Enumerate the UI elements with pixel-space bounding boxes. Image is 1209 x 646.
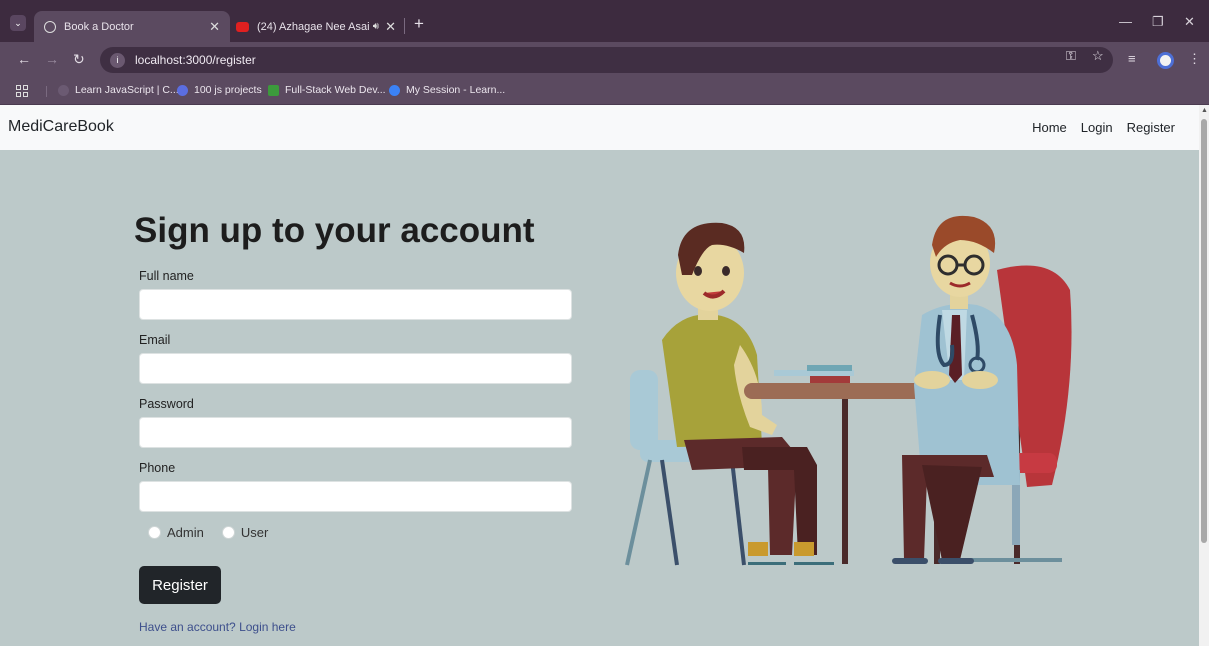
bookmark-favicon-icon: [177, 84, 188, 96]
bookmark-learn-javascript[interactable]: Learn JavaScript | C...: [58, 84, 179, 96]
browser-toolbar: ← → ↻ i localhost:3000/register ⚿ ☆ ≡ ⋮: [0, 42, 1209, 78]
more-menu-icon[interactable]: ⋮: [1188, 51, 1201, 67]
star-icon[interactable]: ☆: [1092, 48, 1104, 64]
url-text: localhost:3000/register: [135, 53, 256, 67]
site-info-icon[interactable]: i: [110, 52, 125, 68]
full-name-input[interactable]: [139, 289, 572, 320]
form-heading: Sign up to your account: [134, 211, 535, 250]
email-label: Email: [139, 333, 171, 347]
globe-icon: [44, 20, 56, 33]
nav-login-link[interactable]: Login: [1081, 120, 1113, 135]
brand-logo[interactable]: MediCareBook: [8, 118, 114, 136]
youtube-icon: [236, 21, 249, 32]
signup-form: Sign up to your account Full name Email …: [134, 211, 574, 634]
full-name-label: Full name: [139, 269, 194, 283]
profile-avatar[interactable]: [1157, 52, 1174, 69]
password-label: Password: [139, 397, 194, 411]
bookmark-favicon-icon: [268, 84, 279, 96]
speaker-icon[interactable]: 🔊︎: [373, 21, 379, 32]
doctor-patient-illustration: [625, 215, 1072, 566]
bookmark-100-js-projects[interactable]: 100 js projects: [177, 84, 262, 96]
admin-radio[interactable]: [148, 526, 161, 539]
register-button[interactable]: Register: [139, 566, 221, 604]
user-radio[interactable]: [221, 526, 235, 539]
login-link[interactable]: Have an account? Login here: [139, 620, 574, 634]
minimize-icon[interactable]: —: [1119, 14, 1132, 29]
reading-list-icon[interactable]: ≡: [1128, 51, 1136, 66]
restore-icon[interactable]: ❐: [1152, 14, 1164, 30]
scroll-thumb[interactable]: [1201, 119, 1207, 543]
nav-home-link[interactable]: Home: [1032, 120, 1067, 135]
back-icon[interactable]: ←: [17, 51, 31, 67]
apps-icon[interactable]: [16, 85, 28, 97]
bookmark-full-stack-web-dev[interactable]: Full-Stack Web Dev...: [268, 84, 386, 96]
admin-radio-label: Admin: [167, 525, 204, 540]
address-bar[interactable]: i localhost:3000/register: [100, 47, 1113, 73]
reload-icon[interactable]: ↻: [73, 51, 85, 68]
page-scrollbar[interactable]: ▲: [1199, 105, 1209, 646]
new-tab-button[interactable]: +: [414, 14, 424, 34]
tab-strip: ⌄ Book a Doctor ✕ (24) Azhagae Nee Asain…: [0, 0, 1209, 42]
tab-title: (24) Azhagae Nee Asainthal: [257, 20, 369, 33]
tab-search-icon[interactable]: ⌄: [10, 15, 26, 31]
window-close-icon[interactable]: ✕: [1184, 14, 1195, 30]
bookmark-favicon-icon: [389, 84, 400, 96]
phone-label: Phone: [139, 461, 176, 475]
close-icon[interactable]: ✕: [209, 19, 220, 35]
scroll-up-icon[interactable]: ▲: [1201, 107, 1208, 114]
email-input[interactable]: [139, 353, 572, 384]
close-icon[interactable]: ✕: [385, 19, 396, 35]
role-selector: Admin User: [148, 525, 574, 540]
password-input[interactable]: [139, 417, 572, 448]
tab-book-a-doctor[interactable]: Book a Doctor ✕: [34, 11, 230, 42]
bookmarks-bar: Learn JavaScript | C... 100 js projects …: [0, 78, 1209, 105]
forward-icon[interactable]: →: [45, 51, 59, 67]
nav-links: Home Login Register: [1032, 120, 1175, 135]
tab-divider: [404, 18, 405, 34]
phone-input[interactable]: [139, 481, 572, 512]
site-navbar: MediCareBook Home Login Register: [0, 105, 1199, 150]
nav-register-link[interactable]: Register: [1127, 120, 1175, 135]
user-radio-label: User: [240, 525, 269, 540]
key-icon[interactable]: ⚿: [1066, 48, 1076, 64]
tab-youtube[interactable]: (24) Azhagae Nee Asainthal 🔊︎ ✕: [226, 11, 406, 42]
tab-title: Book a Doctor: [64, 20, 134, 33]
bookmark-divider: [46, 86, 47, 97]
bookmark-favicon-icon: [58, 84, 69, 96]
bookmark-my-session[interactable]: My Session - Learn...: [389, 84, 505, 96]
